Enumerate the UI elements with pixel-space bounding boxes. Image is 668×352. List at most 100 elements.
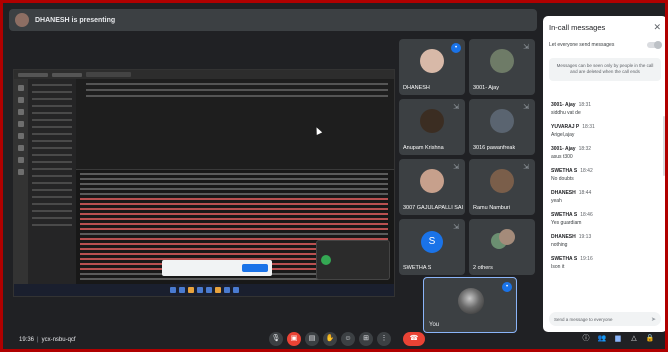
vscode-explorer [28,79,76,284]
participant-name: 3007 GAJULAPALLI SAI... [403,205,463,211]
message-scrollbar[interactable] [663,116,665,176]
clock-time: 19:36 [19,337,35,343]
message-sender: YUVARAJ P [551,124,580,130]
participant-photo [490,109,514,133]
presenting-text: DHANESH is presenting [35,16,116,24]
participant-initial: S [421,231,443,253]
participant-name: 2 others [473,265,493,271]
participant-tile[interactable]: ⇲ 3007 GAJULAPALLI SAI... [399,159,465,215]
screen-share-toast [162,260,272,276]
meet-window: DHANESH is presenting • DHANESH ⇲ 3001- … [3,3,665,349]
participant-tile[interactable]: ⇲ 3016 pawanfreak [469,99,535,155]
shared-titlebar [14,70,394,79]
mic-icon[interactable]: 🎙 [269,332,283,346]
vscode-editor [76,79,394,169]
in-call-messages-panel: In-call messages ✕ Let everyone send mes… [543,16,665,332]
activities-icon[interactable]: △ [629,333,639,345]
permission-row: Let everyone send messages [543,38,665,52]
self-view-tile[interactable]: • You [423,277,517,333]
captions-icon[interactable]: ▤ [305,332,319,346]
message-sender: SWETHA S [551,168,578,174]
self-photo [458,288,484,314]
send-messages-toggle[interactable] [647,41,662,49]
presenting-banner: DHANESH is presenting [9,9,537,31]
participant-tile[interactable]: ⇲ Ramu Namburi [469,159,535,215]
chat-message: YUVARAJ P 18:31 Arigel,ajay [543,124,665,138]
participant-name: Ramu Namburi [473,205,510,211]
shared-screen [13,69,395,297]
chat-message: 3001- Ajay 18:31 siddhu vat de [543,102,665,116]
message-text: No doubts [551,176,574,182]
message-time: 19:13 [578,234,592,240]
chat-message: DHANESH 18:44 yeah [543,190,665,204]
participant-photo [420,109,444,133]
participant-photo [490,169,514,193]
meeting-details: 19:36 | ycx-nsbu-qcf [19,337,76,343]
people-icon[interactable]: 👥 [597,333,607,345]
emoji-icon[interactable]: ☺ [341,332,355,346]
camera-off-icon[interactable]: ▣ [287,332,301,346]
participant-name: 3001- Ajay [473,85,499,91]
participant-tile[interactable]: S ⇲ SWETHA S [399,219,465,275]
participant-photo [420,169,444,193]
participant-photo [490,49,514,73]
message-time: 18:32 [578,146,592,152]
chat-message: SWETHA S 18:46 Yes guardiam [543,212,665,226]
participant-name: Anupam Krishna [403,145,444,151]
panel-title: In-call messages [549,22,606,32]
chat-icon[interactable]: ▆ [613,333,623,345]
speaking-icon: • [502,282,512,292]
message-text: Ison it [551,264,565,270]
message-input[interactable]: Send a message to everyone ➤ [549,312,661,326]
host-controls-icon[interactable]: 🔒 [645,333,655,345]
message-time: 18:46 [580,212,593,218]
raise-hand-icon[interactable]: ✋ [323,332,337,346]
participant-tile[interactable]: • DHANESH [399,39,465,95]
vscode-activity-bar [14,79,28,284]
pin-icon[interactable]: ⇲ [452,104,460,112]
pin-icon[interactable]: ⇲ [522,104,530,112]
message-text: Arigel,ajay [551,132,575,138]
send-icon[interactable]: ➤ [651,316,656,323]
message-input-placeholder: Send a message to everyone [554,316,613,322]
message-time: 18:31 [582,124,595,130]
participant-name: SWETHA S [403,265,432,271]
message-time: 18:31 [578,102,592,108]
participant-name: 3016 pawanfreak [473,145,516,151]
chat-message: SWETHA S 18:42 No doubts [543,168,665,182]
message-time: 18:44 [578,190,592,196]
more-vert-icon[interactable]: ⋮ [377,332,391,346]
close-icon[interactable]: ✕ [653,22,661,33]
pin-icon[interactable]: ⇲ [452,224,460,232]
participant-name: DHANESH [403,85,430,91]
participant-tile[interactable]: ⇲ 3001- Ajay [469,39,535,95]
participant-photo [420,49,444,73]
call-end-icon[interactable]: ☎ [403,332,425,346]
meeting-code: ycx-nsbu-qcf [41,337,76,343]
presenter-avatar [15,13,29,27]
permission-label: Let everyone send messages [549,42,615,48]
message-sender: SWETHA S [551,212,578,218]
info-icon[interactable]: ⓘ [581,333,591,345]
message-time: 18:42 [580,168,593,174]
stop-sharing-button [242,264,268,272]
self-name: You [429,322,440,328]
present-icon[interactable]: ⊞ [359,332,373,346]
message-text: asus t300 [551,154,573,160]
others-avatars [491,229,515,253]
windows-notification [316,240,390,280]
participant-tile[interactable]: ⇲ Anupam Krishna [399,99,465,155]
message-time: 19:16 [580,256,593,262]
chat-message: SWETHA S 19:16 Ison it [543,256,665,270]
pin-icon[interactable]: ⇲ [522,164,530,172]
message-sender: DHANESH [551,190,576,196]
pin-icon[interactable]: ⇲ [522,44,530,52]
others-tile[interactable]: 2 others [469,219,535,275]
message-text: nothing [551,242,568,248]
message-sender: DHANESH [551,234,576,240]
pin-icon[interactable]: ⇲ [452,164,460,172]
speaking-icon: • [451,43,461,53]
bottom-toolbar: 19:36 | ycx-nsbu-qcf 🎙 ▣ ▤ ✋ ☺ ⊞ ⋮ ☎ ⓘ 👥 ▆… [3,331,665,349]
panel-header: In-call messages ✕ [543,16,665,38]
message-text: yeah [551,198,562,204]
